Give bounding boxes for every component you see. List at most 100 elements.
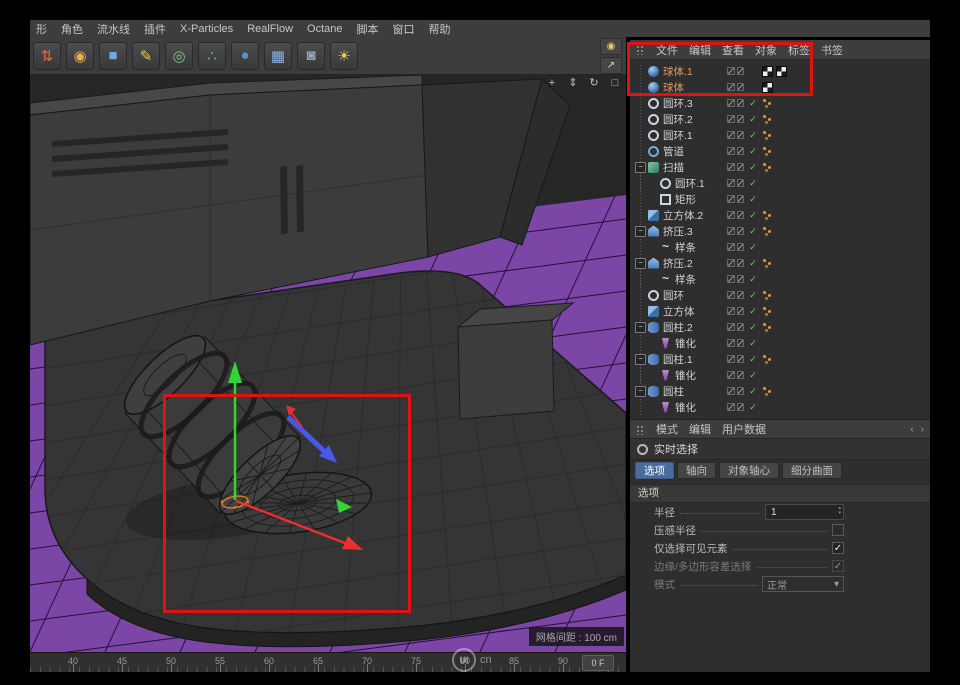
array-tool-icon[interactable]: ∴: [198, 42, 226, 70]
object-row-矩形[interactable]: 矩形✓: [630, 191, 930, 207]
enable-toggle[interactable]: ✓: [747, 306, 759, 317]
object-row-圆环.2[interactable]: 圆环.2✓: [630, 111, 930, 127]
menu-item-3[interactable]: 插件: [144, 21, 166, 37]
object-row-圆柱[interactable]: −圆柱✓: [630, 383, 930, 399]
render-visibility-dot[interactable]: [737, 147, 745, 155]
editor-visibility-dot[interactable]: [727, 275, 735, 283]
am-menu-item-2[interactable]: 用户数据: [722, 421, 766, 437]
object-row-球体.1[interactable]: 球体.1: [630, 63, 930, 79]
object-row-样条[interactable]: ~样条✓: [630, 271, 930, 287]
render-visibility-dot[interactable]: [737, 131, 745, 139]
expander-icon[interactable]: −: [635, 354, 646, 365]
object-row-圆环.1[interactable]: 圆环.1✓: [630, 127, 930, 143]
visibility-toggle[interactable]: [727, 323, 744, 331]
object-row-样条[interactable]: ~样条✓: [630, 239, 930, 255]
object-row-圆环.1[interactable]: 圆环.1✓: [630, 175, 930, 191]
render-visibility-dot[interactable]: [737, 323, 745, 331]
visibility-toggle[interactable]: [727, 371, 744, 379]
editor-visibility-dot[interactable]: [727, 371, 735, 379]
am-menu-item-0[interactable]: 模式: [656, 421, 678, 437]
enable-toggle[interactable]: ✓: [747, 114, 759, 125]
enable-toggle[interactable]: ✓: [747, 162, 759, 173]
enable-toggle[interactable]: ✓: [747, 226, 759, 237]
render-visibility-dot[interactable]: [737, 355, 745, 363]
maximize-view-icon[interactable]: □: [608, 77, 622, 90]
editor-visibility-dot[interactable]: [727, 67, 735, 75]
object-row-锥化[interactable]: 锥化✓: [630, 367, 930, 383]
render-visibility-dot[interactable]: [737, 403, 745, 411]
display-tag-icon[interactable]: [762, 162, 773, 173]
editor-visibility-dot[interactable]: [727, 307, 735, 315]
visibility-toggle[interactable]: [727, 355, 744, 363]
visibility-toggle[interactable]: [727, 67, 744, 75]
metaball-tool-icon[interactable]: ●: [231, 42, 259, 70]
editor-visibility-dot[interactable]: [727, 147, 735, 155]
radius-input[interactable]: 1▴▾: [765, 504, 844, 520]
object-row-球体[interactable]: 球体: [630, 79, 930, 95]
expander-icon[interactable]: −: [635, 226, 646, 237]
render-visibility-dot[interactable]: [737, 99, 745, 107]
enable-toggle[interactable]: ✓: [747, 146, 759, 157]
tab-对象轴心[interactable]: 对象轴心: [719, 462, 779, 479]
expander-icon[interactable]: −: [635, 386, 646, 397]
checkbox-压感半径[interactable]: [832, 524, 844, 536]
enable-toggle[interactable]: ✓: [747, 242, 759, 253]
render-visibility-dot[interactable]: [737, 211, 745, 219]
visibility-toggle[interactable]: [727, 275, 744, 283]
pen-tool-icon[interactable]: ✎: [132, 42, 160, 70]
enable-toggle[interactable]: ✓: [747, 370, 759, 381]
enable-toggle[interactable]: ✓: [747, 402, 759, 413]
display-tag-icon[interactable]: [762, 322, 773, 333]
object-row-圆环[interactable]: 圆环✓: [630, 287, 930, 303]
tab-细分曲面[interactable]: 细分曲面: [782, 462, 842, 479]
visibility-toggle[interactable]: [727, 147, 744, 155]
visibility-toggle[interactable]: [727, 163, 744, 171]
menu-item-0[interactable]: 形: [36, 21, 47, 37]
object-row-圆柱.1[interactable]: −圆柱.1✓: [630, 351, 930, 367]
render-visibility-dot[interactable]: [737, 291, 745, 299]
object-row-挤压.3[interactable]: −挤压.3✓: [630, 223, 930, 239]
enable-toggle[interactable]: ✓: [747, 338, 759, 349]
render-visibility-dot[interactable]: [737, 195, 745, 203]
render-visibility-dot[interactable]: [737, 227, 745, 235]
render-visibility-dot[interactable]: [737, 371, 745, 379]
render-visibility-dot[interactable]: [737, 339, 745, 347]
undo-redo-icon[interactable]: ⇅: [33, 42, 61, 70]
object-row-管道[interactable]: 管道✓: [630, 143, 930, 159]
pan-view-icon[interactable]: +: [545, 77, 559, 90]
enable-toggle[interactable]: ✓: [747, 386, 759, 397]
om-menu-item-0[interactable]: 文件: [656, 42, 678, 58]
render-visibility-dot[interactable]: [737, 163, 745, 171]
grid-tool-icon[interactable]: ▦: [264, 42, 292, 70]
editor-visibility-dot[interactable]: [727, 179, 735, 187]
panel-grip-icon[interactable]: [636, 424, 645, 435]
editor-visibility-dot[interactable]: [727, 211, 735, 219]
object-row-挤压.2[interactable]: −挤压.2✓: [630, 255, 930, 271]
enable-toggle[interactable]: ✓: [747, 274, 759, 285]
visibility-toggle[interactable]: [727, 211, 744, 219]
light-tool-icon[interactable]: ☀: [330, 42, 358, 70]
menu-item-9[interactable]: 帮助: [429, 21, 451, 37]
editor-visibility-dot[interactable]: [727, 227, 735, 235]
editor-visibility-dot[interactable]: [727, 291, 735, 299]
expander-icon[interactable]: −: [635, 162, 646, 173]
editor-visibility-dot[interactable]: [727, 83, 735, 91]
axis-arrow-icon[interactable]: ↗: [600, 57, 622, 74]
visibility-toggle[interactable]: [727, 259, 744, 267]
render-visibility-dot[interactable]: [737, 275, 745, 283]
enable-toggle[interactable]: ✓: [747, 130, 759, 141]
visibility-toggle[interactable]: [727, 131, 744, 139]
nav-back-icon[interactable]: ‹: [910, 424, 913, 435]
om-menu-item-2[interactable]: 查看: [722, 42, 744, 58]
editor-visibility-dot[interactable]: [727, 403, 735, 411]
panel-grip-icon[interactable]: [636, 44, 645, 55]
editor-visibility-dot[interactable]: [727, 163, 735, 171]
enable-toggle[interactable]: ✓: [747, 258, 759, 269]
render-visibility-dot[interactable]: [737, 259, 745, 267]
display-tag-icon[interactable]: [762, 210, 773, 221]
object-row-锥化[interactable]: 锥化✓: [630, 399, 930, 415]
object-row-扫描[interactable]: −扫描✓: [630, 159, 930, 175]
enable-toggle[interactable]: ✓: [747, 194, 759, 205]
display-tag-icon[interactable]: [762, 354, 773, 365]
am-menu-item-1[interactable]: 编辑: [689, 421, 711, 437]
